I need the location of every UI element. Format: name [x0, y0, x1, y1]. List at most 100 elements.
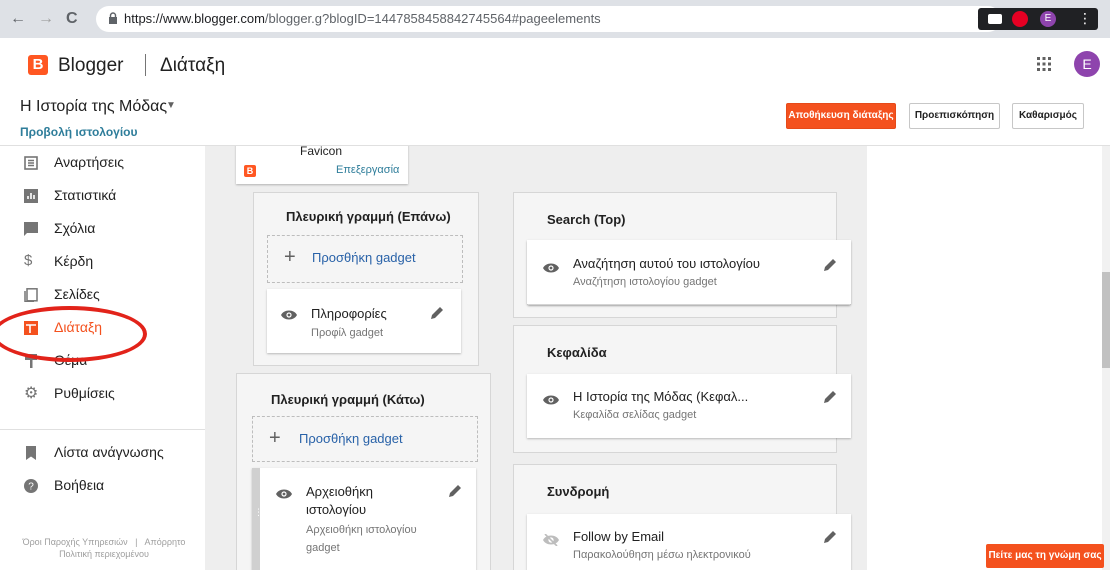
blogger-logo-icon[interactable]: B	[28, 55, 48, 75]
browser-toolbar: ← → C https://www.blogger.com/blogger.g?…	[0, 0, 1110, 38]
youtube-extension-icon[interactable]	[988, 14, 1002, 24]
account-avatar[interactable]: E	[1074, 51, 1100, 77]
edit-pencil-icon[interactable]	[823, 530, 837, 544]
gadget-title: Follow by Email	[573, 529, 665, 544]
blogger-favicon-icon: B	[244, 165, 256, 177]
clear-button[interactable]: Καθαρισμός	[1012, 103, 1084, 129]
eye-icon[interactable]	[276, 488, 292, 500]
sidebar-item-label: Σχόλια	[54, 220, 96, 236]
add-gadget-label: Προσθήκη gadget	[312, 250, 416, 265]
browser-menu-icon[interactable]: ⋮	[1078, 10, 1092, 27]
posts-icon	[24, 156, 38, 170]
gadget-type: Προφίλ gadget	[311, 327, 384, 339]
chevron-down-icon[interactable]: ▼	[166, 100, 176, 111]
gadget-title: Αναζήτηση αυτού του ιστολογίου	[573, 256, 760, 271]
sidebar-item-label: Κέρδη	[54, 253, 94, 269]
sidebar-item-label: Αναρτήσεις	[54, 154, 124, 170]
add-gadget-label: Προσθήκη gadget	[299, 431, 403, 446]
url-path: /blogger.g?blogID=1447858458842745564#pa…	[264, 11, 601, 26]
sidebar-footer: Όροι Παροχής Υπηρεσιών | Απόρρητο Πολιτι…	[14, 536, 194, 560]
favicon-gadget: Favicon B Επεξεργασία	[236, 146, 408, 184]
profile-gadget[interactable]: Πληροφορίες Προφίλ gadget	[267, 289, 461, 353]
section-title: Πλευρική γραμμή (Επάνω)	[286, 209, 451, 224]
eye-icon[interactable]	[543, 262, 559, 274]
stats-icon	[24, 189, 38, 203]
preview-button[interactable]: Προεπισκόπηση	[909, 103, 1000, 129]
comments-icon	[24, 222, 38, 236]
back-button[interactable]: ←	[10, 10, 26, 28]
address-bar[interactable]: https://www.blogger.com/blogger.g?blogID…	[96, 6, 1001, 32]
gadget-title-line-2: ιστολογίου	[306, 502, 367, 517]
scrollbar-thumb[interactable]	[1102, 272, 1110, 368]
gadget-type: Κεφαλίδα σελίδας gadget	[573, 409, 697, 421]
gadget-type: Αναζήτηση ιστολογίου gadget	[573, 276, 717, 288]
profile-extension-icon[interactable]: E	[1040, 11, 1056, 27]
right-panel	[867, 146, 1110, 570]
favicon-title: Favicon	[300, 146, 343, 158]
gadget-title: Η Ιστορία της Μόδας (Κεφαλ...	[573, 389, 749, 404]
header-gadget-card[interactable]: Η Ιστορία της Μόδας (Κεφαλ... Κεφαλίδα σ…	[527, 374, 851, 438]
header-divider	[145, 54, 146, 76]
sidebar-item-reading-list[interactable]: Λίστα ανάγνωσης	[0, 440, 205, 470]
eye-icon[interactable]	[543, 394, 559, 406]
drag-handle-icon[interactable]: ⋮	[254, 508, 263, 517]
sidebar-top-section: Πλευρική γραμμή (Επάνω) + Προσθήκη gadge…	[253, 192, 479, 366]
url-host: https://www.blogger.com	[124, 11, 265, 26]
edit-pencil-icon[interactable]	[823, 258, 837, 272]
sidebar-item-stats[interactable]: Στατιστικά	[0, 183, 205, 213]
sidebar-item-pages[interactable]: Σελίδες	[0, 282, 205, 312]
lock-icon	[109, 12, 117, 24]
app-name[interactable]: Blogger	[58, 55, 124, 77]
edit-pencil-icon[interactable]	[448, 484, 462, 498]
sidebar-item-help[interactable]: ? Βοήθεια	[0, 473, 205, 503]
section-title: Συνδρομή	[547, 484, 610, 499]
gadget-title: Πληροφορίες	[311, 306, 387, 321]
content-policy-link[interactable]: Πολιτική περιεχομένου	[59, 549, 149, 559]
section-title: Πλευρική γραμμή (Κάτω)	[271, 392, 425, 407]
sidebar-divider	[0, 429, 205, 430]
sidebar-item-settings[interactable]: ⚙ Ρυθμίσεις	[0, 381, 205, 411]
privacy-link[interactable]: Απόρρητο	[145, 537, 186, 547]
pages-icon	[24, 288, 38, 302]
bookmark-icon	[26, 446, 36, 460]
gadget-type-line-1: Αρχειοθήκη ιστολογίου	[306, 524, 417, 536]
terms-link[interactable]: Όροι Παροχής Υπηρεσιών	[23, 537, 128, 547]
sidebar-item-label: Βοήθεια	[54, 477, 105, 493]
svg-text:?: ?	[28, 482, 34, 493]
apps-grid-icon[interactable]	[1036, 56, 1052, 72]
sidebar-item-posts[interactable]: Αναρτήσεις	[0, 150, 205, 180]
sidebar-item-label: Λίστα ανάγνωσης	[54, 444, 164, 460]
page-title: Διάταξη	[160, 55, 226, 76]
section-title: Κεφαλίδα	[547, 345, 607, 360]
sidebar-item-label: Ρυθμίσεις	[54, 385, 115, 401]
eye-icon[interactable]	[281, 309, 297, 321]
reload-button[interactable]: C	[66, 10, 78, 28]
pinterest-extension-icon[interactable]	[1012, 11, 1028, 27]
extensions-area: E ⋮	[978, 8, 1098, 30]
sidebar-item-comments[interactable]: Σχόλια	[0, 216, 205, 246]
add-gadget-button[interactable]: + Προσθήκη gadget	[252, 416, 478, 462]
gear-icon: ⚙	[24, 385, 39, 402]
view-blog-link[interactable]: Προβολή ιστολογίου	[20, 125, 138, 139]
eye-off-icon[interactable]	[543, 534, 559, 546]
follow-email-gadget-card[interactable]: Follow by Email Παρακολούθηση μέσω ηλεκτ…	[527, 514, 851, 570]
sidebar-item-earnings[interactable]: $ Κέρδη	[0, 249, 205, 279]
edit-pencil-icon[interactable]	[823, 390, 837, 404]
gadget-type: Παρακολούθηση μέσω ηλεκτρονικού	[573, 549, 751, 561]
favicon-edit-link[interactable]: Επεξεργασία	[336, 164, 399, 176]
save-layout-button[interactable]: Αποθήκευση διάταξης	[786, 103, 896, 129]
feedback-button[interactable]: Πείτε μας τη γνώμη σας	[986, 544, 1104, 568]
search-gadget-card[interactable]: Αναζήτηση αυτού του ιστολογίου Αναζήτηση…	[527, 240, 851, 304]
edit-pencil-icon[interactable]	[430, 306, 444, 320]
url-text: https://www.blogger.com/blogger.g?blogID…	[124, 11, 601, 26]
add-gadget-button[interactable]: + Προσθήκη gadget	[267, 235, 463, 283]
blog-selector[interactable]: Η Ιστορία της Μόδας	[20, 98, 167, 116]
dollar-icon: $	[24, 252, 33, 269]
app-header: B Blogger Διάταξη E	[0, 38, 1110, 90]
sidebar-item-label: Στατιστικά	[54, 187, 117, 203]
help-icon: ?	[24, 479, 38, 493]
archive-gadget[interactable]: ⋮ Αρχειοθήκη ιστολογίου Αρχειοθήκη ιστολ…	[252, 468, 476, 570]
forward-button[interactable]: →	[38, 10, 54, 28]
blog-header: Η Ιστορία της Μόδας ▼ Προβολή ιστολογίου…	[0, 90, 1110, 146]
gadget-title-line-1: Αρχειοθήκη	[306, 484, 373, 499]
